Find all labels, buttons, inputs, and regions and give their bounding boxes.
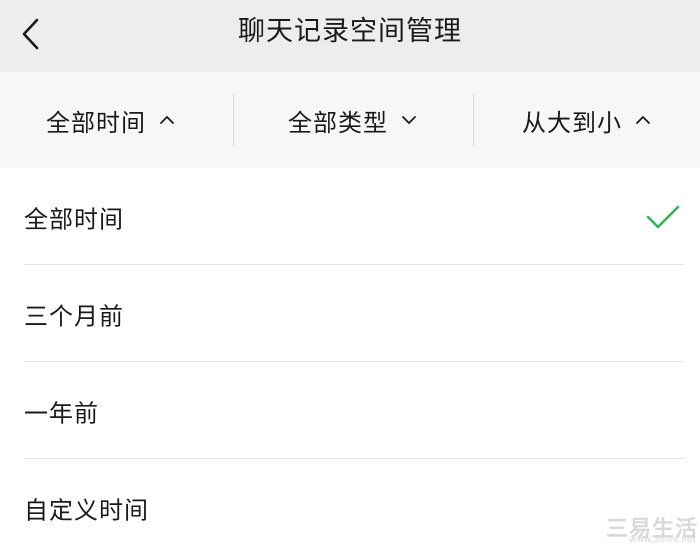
option-label: 全部时间: [24, 205, 124, 233]
filter-bar: 全部时间 全部类型 从大到小: [0, 72, 700, 168]
option-three-months-ago[interactable]: 三个月前: [0, 265, 700, 362]
title-bar: 聊天记录空间管理: [0, 0, 700, 72]
option-one-year-ago[interactable]: 一年前: [0, 362, 700, 459]
filter-time[interactable]: 全部时间: [20, 72, 210, 168]
filter-sort[interactable]: 从大到小: [474, 72, 700, 168]
option-label: 自定义时间: [24, 496, 149, 524]
chevron-up-icon: [634, 111, 652, 129]
filter-type-label: 全部类型: [288, 108, 388, 137]
checkmark-icon: [644, 202, 682, 232]
filter-sort-label: 从大到小: [522, 108, 622, 137]
chevron-down-icon: [400, 111, 418, 129]
page-title: 聊天记录空间管理: [238, 16, 462, 47]
chevron-up-icon: [158, 111, 176, 129]
option-custom-time[interactable]: 自定义时间: [0, 459, 700, 545]
screen: 聊天记录空间管理 全部时间 全部类型 从大到小 全部时间 三个月前 一年前 自定…: [0, 0, 700, 545]
watermark-url: www.3elife.net: [629, 535, 696, 545]
time-options-list: 全部时间 三个月前 一年前 自定义时间: [0, 168, 700, 545]
option-all-time[interactable]: 全部时间: [0, 168, 700, 265]
filter-type[interactable]: 全部类型: [234, 72, 472, 168]
option-label: 一年前: [24, 399, 99, 427]
option-label: 三个月前: [24, 302, 124, 330]
filter-time-label: 全部时间: [46, 108, 146, 137]
